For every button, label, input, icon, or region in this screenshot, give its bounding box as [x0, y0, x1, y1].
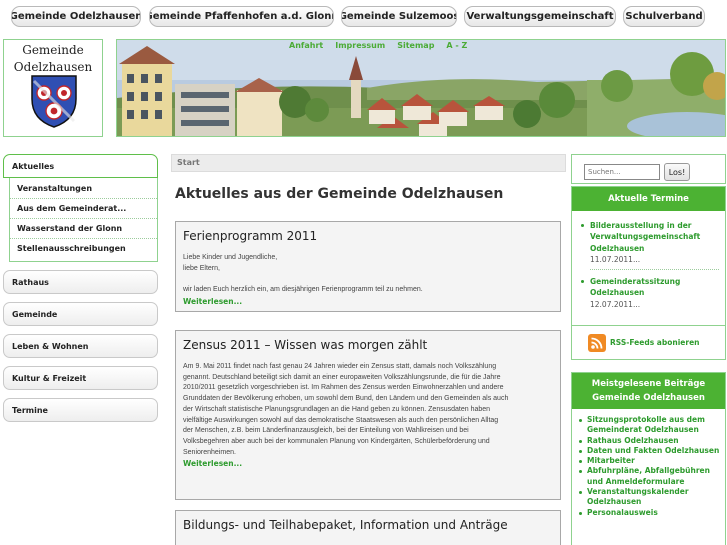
header-banner: Anfahrt Impressum Sitemap A - Z	[116, 39, 726, 137]
popular-box: Meistgelesene Beiträge Gemeinde Odelzhau…	[571, 372, 726, 545]
popular-item[interactable]: Daten und Fakten Odelzhausen	[577, 446, 725, 456]
popular-item[interactable]: Rathaus Odelzhausen	[577, 436, 725, 446]
termine-date: 12.07.2011...	[590, 299, 641, 309]
article-zensus: Zensus 2011 – Wissen was morgen zählt Am…	[175, 330, 561, 500]
termine-item[interactable]: Gemeinderatssitzung Odelzhausen 12.07.20…	[581, 276, 719, 310]
popular-heading-line2: Gemeinde Odelzhausen	[592, 393, 705, 403]
article-line: Seniorenheimen.	[183, 448, 236, 456]
article-title[interactable]: Zensus 2011 – Wissen was morgen zählt	[183, 338, 553, 352]
article-line: 2010/2011 gesetzlich vorgeschrieben ist.…	[183, 384, 504, 392]
nav-item-aktuelles[interactable]: Aktuelles	[3, 154, 158, 178]
nav-item-kultur-freizeit[interactable]: Kultur & Freizeit	[3, 366, 158, 390]
article-line: Grunddaten der Bevölkerung erhoben, um s…	[183, 395, 509, 403]
nav-item-gemeinde[interactable]: Gemeinde	[3, 302, 158, 326]
nav-item-leben-wohnen[interactable]: Leben & Wohnen	[3, 334, 158, 358]
article-line: Liebe Kinder und Jugendliche,	[183, 254, 278, 261]
search-button[interactable]: Los!	[664, 163, 690, 181]
read-more-link[interactable]: Weiterlesen...	[183, 459, 553, 468]
subnav-item-veranstaltungen[interactable]: Veranstaltungen	[10, 179, 157, 199]
popular-heading-line1: Meistgelesene Beiträge	[591, 379, 706, 389]
popular-item[interactable]: Mitarbeiter	[577, 456, 725, 466]
main-content: Start Aktuelles aus der Gemeinde Odelzha…	[171, 154, 566, 545]
article-title[interactable]: Ferienprogramm 2011	[183, 229, 553, 243]
article-line: wir laden Euch herzlich ein, am diesjähr…	[183, 286, 423, 294]
link-a-z[interactable]: A - Z	[446, 41, 467, 50]
article-bildungspaket: Bildungs- und Teilhabepaket, Information…	[175, 510, 561, 545]
article-line: Volksbegehren aber auch bei der kommunal…	[183, 437, 490, 445]
nav-item-rathaus[interactable]: Rathaus	[3, 270, 158, 294]
logo-title-line1: Gemeinde	[22, 43, 84, 57]
article-line: der Wirtschaft statistische Planungsgrun…	[183, 405, 491, 413]
popular-heading: Meistgelesene Beiträge Gemeinde Odelzhau…	[572, 373, 725, 409]
tab-gemeinde-sulzemoos[interactable]: Gemeinde Sulzemoos	[341, 6, 457, 27]
village-panorama	[117, 40, 725, 136]
subnav-aktuelles: Veranstaltungen Aus dem Gemeinderat... W…	[9, 178, 158, 262]
term-separator	[582, 269, 719, 271]
nav-item-termine[interactable]: Termine	[3, 398, 158, 422]
sidebar-nav: Aktuelles Veranstaltungen Aus dem Gemein…	[3, 154, 158, 430]
breadcrumb[interactable]: Start	[171, 154, 566, 172]
article-ferienprogramm: Ferienprogramm 2011 Liebe Kinder und Jug…	[175, 221, 561, 312]
link-sitemap[interactable]: Sitemap	[397, 41, 434, 50]
link-impressum[interactable]: Impressum	[335, 41, 385, 50]
termine-list: Bilderausstellung in der Verwaltungsgeme…	[572, 220, 725, 310]
search-input[interactable]	[584, 164, 660, 180]
popular-item[interactable]: Personalausweis	[577, 508, 725, 518]
termine-heading: Aktuelle Termine	[572, 187, 725, 220]
popular-item[interactable]: Veranstaltungskalender Odelzhausen	[577, 487, 725, 508]
tab-gemeinde-pfaffenhofen[interactable]: Gemeinde Pfaffenhofen a.d. Glonn	[149, 6, 334, 27]
rss-icon[interactable]	[588, 333, 606, 352]
right-sidebar: Los! Aktuelle Termine Bilderausstellung …	[571, 154, 726, 545]
logo[interactable]: Gemeinde Odelzhausen	[3, 39, 103, 137]
read-more-link[interactable]: Weiterlesen...	[183, 297, 553, 306]
termine-date: 11.07.2011...	[590, 254, 641, 264]
rss-box[interactable]: RSS-Feeds abonieren	[571, 326, 726, 360]
tab-gemeinde-odelzhausen[interactable]: Gemeinde Odelzhausen	[11, 6, 141, 27]
page-title: Aktuelles aus der Gemeinde Odelzhausen	[175, 186, 504, 202]
article-line: Am 9. Mai 2011 findet nach fast genau 24…	[183, 363, 497, 370]
tab-schulverband[interactable]: Schulverband	[623, 6, 705, 27]
banner-links: Anfahrt Impressum Sitemap A - Z	[289, 41, 467, 50]
subnav-item-stellenausschreibungen[interactable]: Stellenausschreibungen	[10, 239, 157, 259]
link-anfahrt[interactable]: Anfahrt	[289, 41, 323, 50]
termine-item[interactable]: Bilderausstellung in der Verwaltungsgeme…	[581, 220, 719, 265]
article-line	[183, 274, 553, 285]
article-line: der Menschen, z.B. beim Länderfinanzausg…	[183, 427, 469, 435]
rss-label[interactable]: RSS-Feeds abonieren	[610, 338, 700, 347]
top-tabs: Gemeinde Odelzhausen Gemeinde Pfaffenhof…	[0, 6, 727, 28]
tab-verwaltungsgemeinschaft[interactable]: Verwaltungsgemeinschaft	[464, 6, 616, 27]
article-title[interactable]: Bildungs- und Teilhabepaket, Information…	[183, 518, 553, 532]
search-box: Los!	[571, 154, 726, 184]
popular-list: Sitzungsprotokolle aus dem Gemeinderat O…	[572, 409, 725, 518]
subnav-item-wasserstand[interactable]: Wasserstand der Glonn	[10, 219, 157, 239]
article-line: vielfältige Auswirkungen sowohl auf das …	[183, 416, 499, 424]
termine-box: Aktuelle Termine Bilderausstellung in de…	[571, 186, 726, 326]
article-line: liebe Eltern,	[183, 264, 220, 272]
popular-item[interactable]: Abfuhrpläne, Abfallgebühren und Anmeldef…	[577, 466, 725, 487]
coat-of-arms-icon	[31, 75, 77, 128]
subnav-item-gemeinderat[interactable]: Aus dem Gemeinderat...	[10, 199, 157, 219]
popular-item[interactable]: Sitzungsprotokolle aus dem Gemeinderat O…	[577, 415, 725, 436]
article-line: genannt. Deutschland beteiligt sich dami…	[183, 373, 501, 381]
